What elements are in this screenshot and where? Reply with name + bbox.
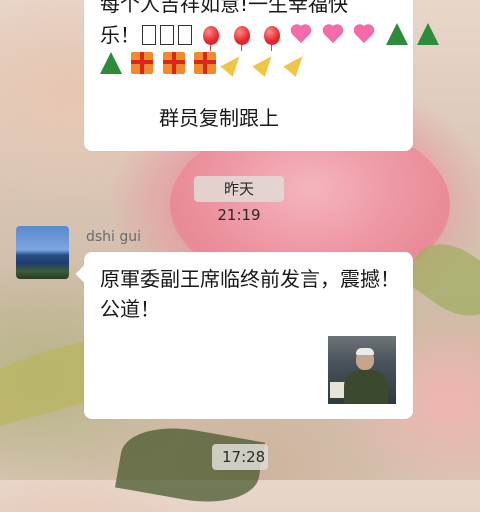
bubble-arrow <box>75 265 93 283</box>
christmas-tree-icon <box>385 23 408 45</box>
message-line-2: 乐！ <box>100 21 442 51</box>
video-thumbnail[interactable] <box>328 336 396 404</box>
christmas-tree-icon <box>416 23 439 45</box>
missing-glyph-box <box>178 25 192 45</box>
gift-icon <box>131 52 154 74</box>
balloon-icon <box>233 26 250 51</box>
message-bubble-greeting[interactable]: 每个人吉祥如意!一生幸福快 乐！ 群员复制跟上 <box>84 0 439 151</box>
party-popper-icon <box>283 51 309 77</box>
timestamp: 昨天 21:19 <box>194 176 284 224</box>
gift-heart-icon <box>323 23 345 45</box>
avatar[interactable] <box>16 226 69 279</box>
party-popper-icon <box>220 51 246 77</box>
missing-glyph-box <box>142 25 156 45</box>
gift-heart-icon <box>291 23 313 45</box>
message-line-2-text: 乐！ <box>100 23 140 47</box>
message-text: 原軍委副王席临终前发言，震撼！公道！ <box>100 267 400 321</box>
thumbnail-person <box>344 370 388 404</box>
gift-icon <box>194 52 217 74</box>
sender-name: dshi gui <box>86 229 142 245</box>
christmas-tree-icon <box>100 52 122 74</box>
balloon-icon <box>203 26 220 51</box>
message-footer: 群员复制跟上 <box>159 106 279 130</box>
message-bubble-link[interactable]: 原軍委副王席临终前发言，震撼！公道！ <box>75 252 413 419</box>
message-emoji-row <box>100 50 313 78</box>
party-popper-icon <box>252 51 278 77</box>
missing-glyph-box <box>160 25 174 45</box>
timestamp: 17:28 <box>212 444 268 470</box>
thumbnail-hair <box>356 348 374 355</box>
balloon-icon <box>264 26 281 51</box>
gift-icon <box>162 52 185 74</box>
gift-heart-icon <box>354 23 376 45</box>
message-line-1: 每个人吉祥如意!一生幸福快 <box>100 0 349 16</box>
